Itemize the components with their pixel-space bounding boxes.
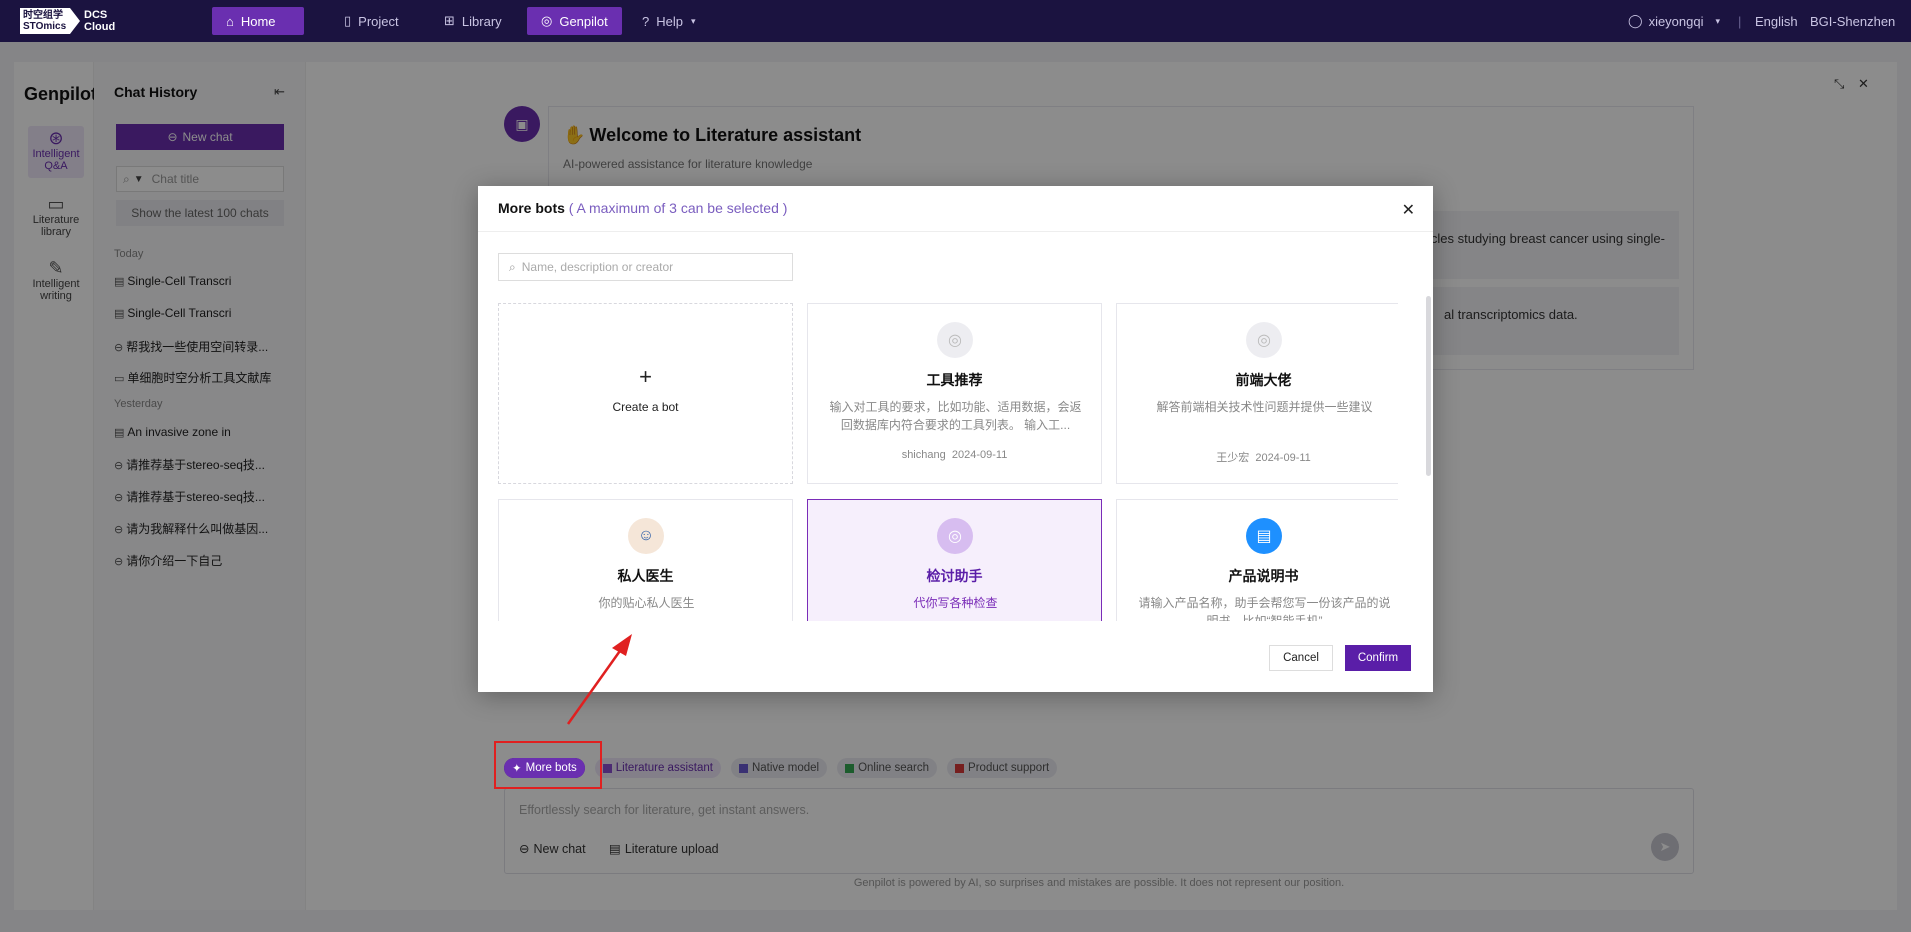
chevron-down-icon: ▾	[690, 15, 696, 26]
confirm-button[interactable]: Confirm	[1345, 645, 1411, 671]
bot-card[interactable]: ◎ 前端大佬 解答前端相关技术性问题并提供一些建议 王少宏 2024-09-11	[1116, 303, 1398, 484]
close-icon[interactable]: ✕	[1402, 200, 1415, 220]
home-icon: ⌂	[226, 13, 234, 29]
chevron-down-icon: ▾	[1715, 15, 1721, 26]
search-icon: ⌕	[509, 259, 516, 274]
bot-card[interactable]: ☺ 私人医生 你的贴心私人医生	[498, 499, 793, 621]
bot-card[interactable]: ▤ 产品说明书 请输入产品名称，助手会帮您写一份该产品的说明书，比如“智能手机”	[1116, 499, 1398, 621]
bot-icon: ✦	[512, 763, 522, 775]
nav-genpilot[interactable]: ◎ Genpilot	[527, 7, 622, 35]
more-bots-modal: More bots ( A maximum of 3 can be select…	[478, 186, 1433, 692]
grid-icon: ⊞	[444, 13, 455, 28]
nav-home[interactable]: ⌂ Home	[212, 7, 304, 35]
bot-card[interactable]: ◎ 工具推荐 输入对工具的要求，比如功能、适用数据，会返回数据库内符合要求的工具…	[807, 303, 1102, 484]
nav-project[interactable]: ▯ Project	[330, 7, 413, 35]
plus-icon: +	[639, 364, 652, 389]
bot-search-input[interactable]: ⌕ Name, description or creator	[498, 253, 793, 281]
cancel-button[interactable]: Cancel	[1269, 645, 1333, 671]
language-switch[interactable]: English	[1755, 0, 1798, 42]
modal-scrollbar[interactable]	[1426, 296, 1431, 476]
bot-card-selected[interactable]: ◎ 检讨助手 代你写各种检查	[807, 499, 1102, 621]
doctor-icon: ☺	[628, 518, 664, 554]
document-icon: ▤	[1246, 518, 1282, 554]
help-icon: ?	[642, 13, 650, 29]
genpilot-icon: ◎	[541, 13, 553, 28]
divider: |	[1738, 13, 1742, 29]
modal-header: More bots ( A maximum of 3 can be select…	[478, 186, 1433, 232]
user-icon: ◯	[1628, 13, 1643, 28]
highlighted-chip-copy: ✦ More bots	[504, 758, 585, 778]
bot-avatar-icon: ◎	[937, 518, 973, 554]
nav-help[interactable]: ? Help ▾	[628, 7, 710, 35]
logo[interactable]: 时空组学 STOmics DCS Cloud	[20, 8, 118, 34]
user-menu[interactable]: ◯ xieyongqi ▾	[1628, 0, 1720, 42]
nav-library[interactable]: ⊞ Library	[430, 7, 516, 35]
bot-grid: + Create a bot ◎ 工具推荐 输入对工具的要求，比如功能、适用数据…	[498, 303, 1398, 621]
region-label[interactable]: BGI-Shenzhen	[1810, 0, 1895, 42]
modal-title: More bots ( A maximum of 3 can be select…	[498, 200, 788, 216]
more-bots-chip-highlight[interactable]: ✦ More bots	[504, 758, 585, 778]
top-navbar: 时空组学 STOmics DCS Cloud ⌂ Home ▯ Project ⊞ L…	[0, 0, 1911, 42]
create-bot-card[interactable]: + Create a bot	[498, 303, 793, 484]
file-icon: ▯	[344, 13, 352, 28]
bot-avatar-icon: ◎	[1246, 322, 1282, 358]
bot-avatar-icon: ◎	[937, 322, 973, 358]
